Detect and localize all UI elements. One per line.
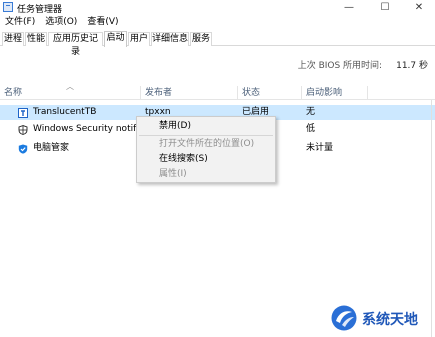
tab-details[interactable]: 详细信息: [151, 32, 189, 46]
column-publisher[interactable]: 发布者: [141, 86, 238, 100]
row-impact: 低: [306, 124, 316, 134]
close-button[interactable]: ✕: [403, 0, 435, 14]
menu-bar: 文件(F) 选项(O) 查看(V): [0, 15, 124, 29]
watermark-logo-icon: [330, 304, 358, 335]
task-manager-icon: [3, 2, 13, 12]
column-impact[interactable]: 启动影响: [302, 86, 368, 100]
menu-view[interactable]: 查看(V): [82, 15, 123, 29]
context-item-open-file-location[interactable]: 打开文件所在的位置(O): [137, 138, 275, 151]
tab-services[interactable]: 服务: [190, 32, 212, 46]
context-item-properties[interactable]: 属性(I): [137, 168, 275, 181]
row-name: Windows Security notifica...: [33, 124, 138, 134]
windows-security-shield-icon: [18, 125, 28, 135]
bios-time-label: 上次 BIOS 所用时间:: [297, 61, 383, 71]
bios-time: 上次 BIOS 所用时间: 11.7 秒: [298, 58, 428, 71]
row-impact: 无: [306, 107, 316, 117]
translucenttb-icon: [18, 108, 28, 118]
menu-options[interactable]: 选项(O): [40, 15, 82, 29]
bios-time-value: 11.7 秒: [396, 61, 428, 71]
tab-users[interactable]: 用户: [128, 32, 150, 46]
context-menu: 禁用(D) 打开文件所在的位置(O) 在线搜索(S) 属性(I): [136, 116, 276, 183]
context-item-search-online[interactable]: 在线搜索(S): [137, 153, 275, 166]
context-item-disable[interactable]: 禁用(D): [137, 120, 275, 133]
title-bar: 任务管理器 — ☐ ✕: [0, 0, 435, 15]
pc-manager-shield-icon: [18, 144, 28, 154]
tab-app-history[interactable]: 应用历史记录: [48, 32, 103, 57]
row-impact: 未计量: [306, 143, 334, 153]
watermark: 系统天地: [330, 304, 418, 334]
row-name: TranslucentTB: [33, 107, 97, 117]
column-header: 名称 发布者 状态 启动影响: [0, 86, 435, 100]
menu-file[interactable]: 文件(F): [0, 15, 40, 29]
column-name[interactable]: 名称: [0, 86, 141, 100]
tab-performance[interactable]: 性能: [25, 32, 47, 46]
maximize-button[interactable]: ☐: [369, 0, 401, 14]
tab-startup[interactable]: 启动: [104, 31, 127, 47]
context-separator: [139, 135, 273, 136]
watermark-text: 系统天地: [362, 312, 418, 328]
row-name: 电脑管家: [33, 143, 70, 153]
list-right-border: [431, 100, 432, 337]
tab-strip: 进程 性能 应用历史记录 启动 用户 详细信息 服务: [0, 31, 435, 57]
window-title: 任务管理器: [17, 5, 63, 15]
minimize-button[interactable]: —: [333, 0, 365, 14]
column-status[interactable]: 状态: [238, 86, 302, 100]
tab-processes[interactable]: 进程: [2, 32, 24, 46]
